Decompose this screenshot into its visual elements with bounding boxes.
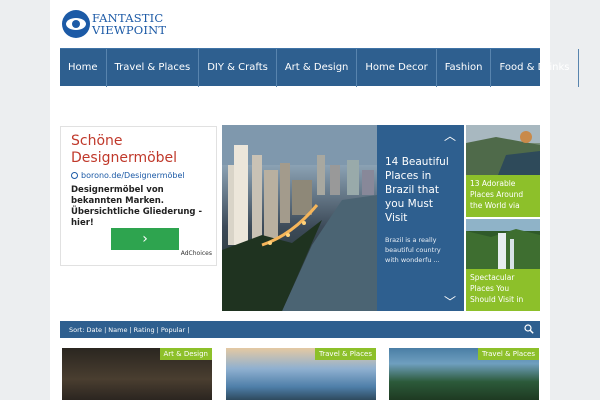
sort-label: Sort:	[69, 325, 85, 334]
eye-logo-icon	[62, 10, 90, 38]
city-skyline-image	[222, 125, 377, 311]
post-card[interactable]: Art & Design	[62, 348, 212, 400]
ad-arrow-button[interactable]: ›	[111, 228, 179, 250]
nav-item-diy-crafts[interactable]: DIY & Crafts	[199, 49, 277, 87]
category-tag[interactable]: Travel & Places	[315, 348, 376, 360]
globe-icon	[71, 172, 78, 179]
site-logo[interactable]: FANTASTIC VIEWPOINT	[62, 10, 166, 38]
chevron-up-icon[interactable]: ︿	[444, 127, 456, 144]
chevron-down-icon[interactable]: ﹀	[444, 293, 456, 310]
nav-item-home[interactable]: Home	[60, 49, 107, 87]
nav-item-home-decor[interactable]: Home Decor	[357, 49, 437, 87]
featured-description: Brazil is a really beautiful country wit…	[385, 236, 441, 264]
featured-slider: 14 Beautiful Places in Brazil that you M…	[222, 125, 540, 311]
thumb-caption[interactable]: 13 Adorable Places Around the World via	[466, 175, 540, 217]
post-card[interactable]: Travel & Places	[226, 348, 376, 400]
adchoices-label[interactable]: AdChoices	[181, 250, 212, 257]
post-card[interactable]: Travel & Places	[389, 348, 539, 400]
nav-item-fashion[interactable]: Fashion	[437, 49, 492, 87]
ad-title[interactable]: Schöne Designermöbel	[71, 133, 206, 167]
waterfall-thumbnail-image	[466, 219, 540, 274]
ad-link[interactable]: borono.de/Designermöbel	[71, 171, 206, 180]
sort-option-date[interactable]: Date	[87, 326, 103, 334]
coast-thumbnail-image	[466, 125, 540, 180]
featured-image[interactable]	[222, 125, 377, 311]
slider-thumb[interactable]: Spectacular Places You Should Visit in	[466, 219, 540, 311]
category-tag[interactable]: Art & Design	[159, 348, 212, 360]
ad-box[interactable]: Schöne Designermöbel borono.de/Designerm…	[60, 126, 217, 266]
featured-title[interactable]: 14 Beautiful Places in Brazil that you M…	[385, 155, 456, 225]
nav-item-art-design[interactable]: Art & Design	[277, 49, 358, 87]
slider-thumb[interactable]: 13 Adorable Places Around the World via	[466, 125, 540, 217]
thumb-caption[interactable]: Spectacular Places You Should Visit in	[466, 269, 540, 311]
category-tag[interactable]: Travel & Places	[478, 348, 539, 360]
nav-item-travel-places[interactable]: Travel & Places	[107, 49, 200, 87]
featured-caption[interactable]: 14 Beautiful Places in Brazil that you M…	[377, 125, 464, 311]
logo-line-2: VIEWPOINT	[92, 23, 167, 37]
main-nav: Home Travel & Places DIY & Crafts Art & …	[60, 48, 579, 87]
search-icon[interactable]	[524, 324, 534, 334]
page: FANTASTIC VIEWPOINT Home Travel & Places…	[50, 0, 579, 400]
sort-option-name[interactable]: Name	[108, 326, 127, 334]
ad-body: Designermöbel von bekannten Marken. Über…	[71, 185, 202, 228]
nav-item-food-drinks[interactable]: Food & Drinks	[491, 49, 579, 87]
logo-text: FANTASTIC VIEWPOINT	[92, 12, 166, 36]
sort-option-popular[interactable]: Popular	[161, 326, 185, 334]
sort-bar: Sort: Date | Name | Rating | Popular |	[60, 321, 540, 338]
ad-link-text: borono.de/Designermöbel	[81, 171, 185, 180]
sort-option-rating[interactable]: Rating	[134, 326, 155, 334]
